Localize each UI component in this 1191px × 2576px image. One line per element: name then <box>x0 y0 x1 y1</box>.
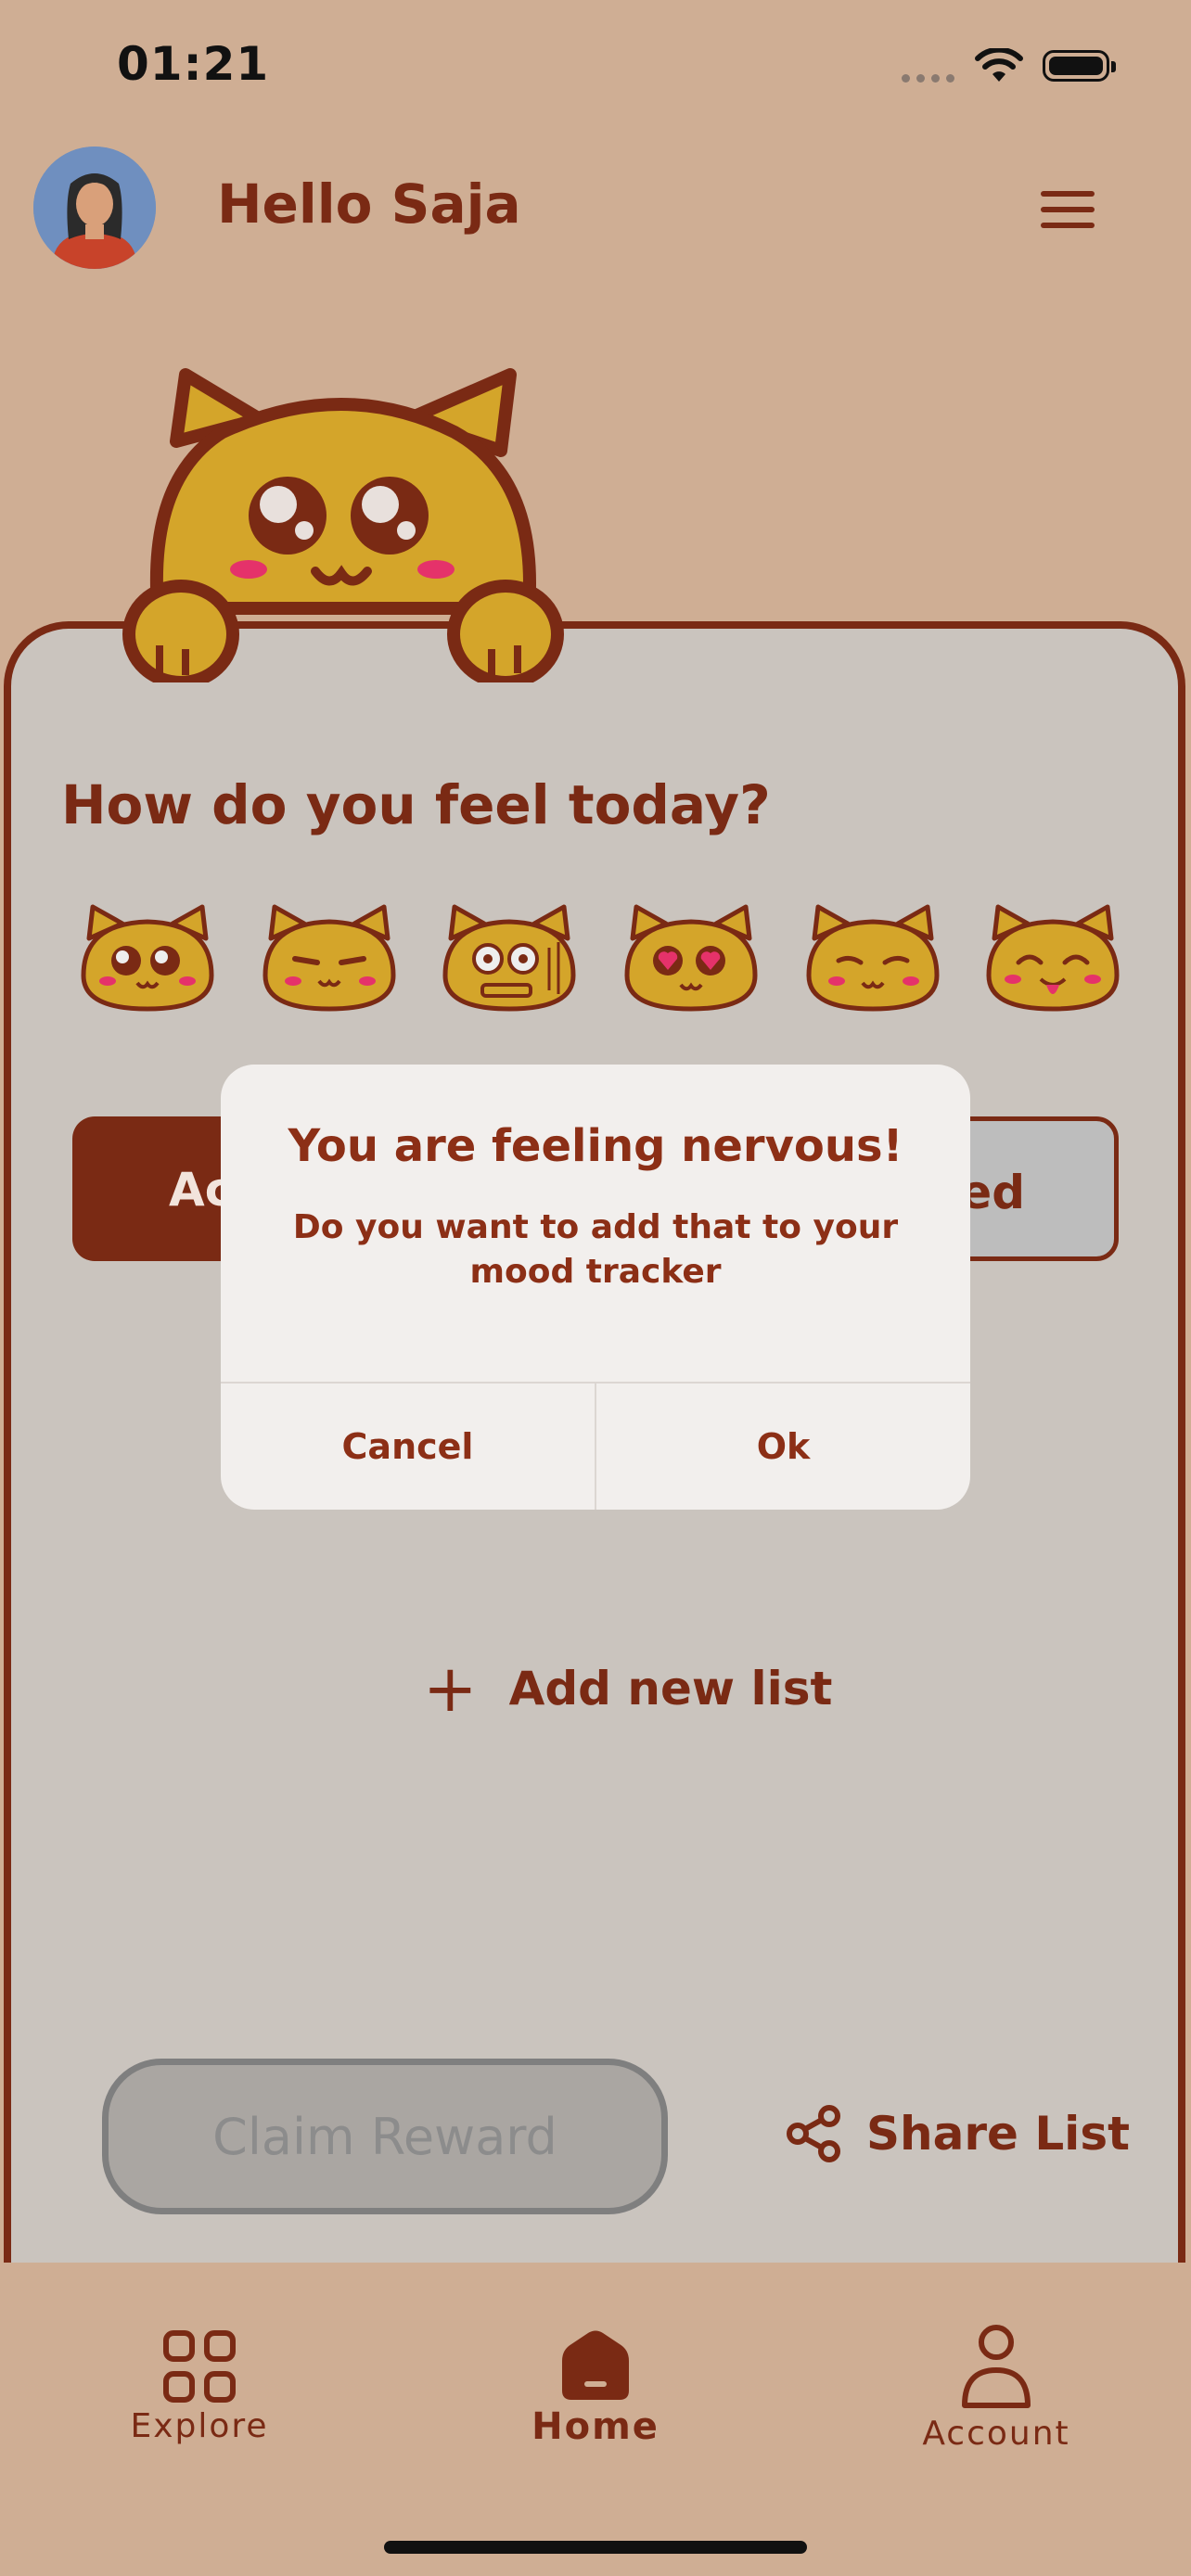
nav-account-label: Account <box>922 2415 1070 2453</box>
share-list-button[interactable]: Share List <box>787 2105 1130 2162</box>
dialog-title: You are feeling nervous! <box>288 1120 903 1172</box>
home-icon <box>562 2330 629 2400</box>
bottom-nav: Explore Home Account <box>0 2263 1191 2576</box>
home-indicator[interactable] <box>384 2541 807 2554</box>
status-time: 01:21 <box>117 37 270 91</box>
cat-mascot-icon <box>122 368 564 682</box>
grid-icon <box>163 2330 236 2403</box>
nav-home[interactable]: Home <box>519 2327 672 2448</box>
share-icon <box>787 2105 840 2162</box>
ok-button[interactable]: Ok <box>596 1384 970 1510</box>
content-cat-icon[interactable] <box>258 901 401 1016</box>
playful-cat-icon[interactable] <box>981 901 1124 1016</box>
happy-cat-icon[interactable] <box>76 901 219 1016</box>
share-list-label: Share List <box>866 2107 1130 2161</box>
plus-icon: + <box>423 1651 478 1727</box>
menu-icon[interactable] <box>1041 191 1095 228</box>
user-icon <box>962 2325 1031 2408</box>
battery-icon <box>1043 50 1116 82</box>
greeting-title: Hello Saja <box>217 172 521 236</box>
nav-home-label: Home <box>531 2405 660 2448</box>
nav-account[interactable]: Account <box>913 2322 1080 2453</box>
mood-question: How do you feel today? <box>61 773 771 836</box>
cancel-button[interactable]: Cancel <box>221 1384 595 1510</box>
add-new-list-label: Add new list <box>508 1662 833 1715</box>
add-new-list-button[interactable]: + Add new list <box>423 1656 832 1721</box>
avatar[interactable] <box>33 147 156 269</box>
signal-icon <box>902 74 957 83</box>
nervous-cat-icon[interactable] <box>438 901 581 1016</box>
nav-explore-label: Explore <box>130 2407 269 2445</box>
nav-explore[interactable]: Explore <box>130 2329 269 2445</box>
mood-confirm-dialog: You are feeling nervous! Do you want to … <box>221 1065 970 1510</box>
claim-reward-button[interactable]: Claim Reward <box>102 2059 668 2214</box>
sad-cat-icon[interactable] <box>801 901 944 1016</box>
claim-reward-label: Claim Reward <box>212 2107 557 2166</box>
love-cat-icon[interactable] <box>620 901 762 1016</box>
wifi-icon <box>975 48 1023 82</box>
dialog-message: Do you want to add that to your mood tra… <box>292 1208 899 1291</box>
